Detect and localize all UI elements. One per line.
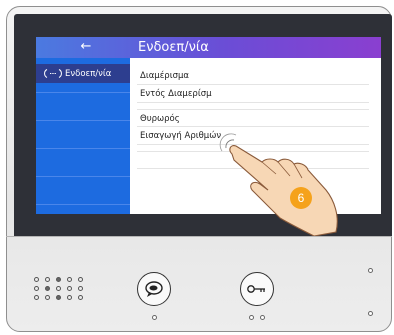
sidebar-divider bbox=[36, 176, 130, 177]
sidebar-divider bbox=[36, 120, 130, 121]
unlock-button[interactable] bbox=[240, 272, 274, 306]
step-number: 6 bbox=[297, 191, 305, 205]
panel-divider bbox=[6, 236, 392, 237]
talk-button[interactable] bbox=[137, 272, 171, 306]
list-item-in-apartment[interactable]: Εντός Διαμερίσμ bbox=[137, 85, 369, 103]
status-led bbox=[260, 315, 265, 320]
talk-indicator bbox=[152, 315, 157, 320]
key-icon bbox=[246, 284, 265, 293]
sidebar-divider bbox=[36, 92, 130, 93]
title-bar: ← Ενδοεπ/νία bbox=[36, 37, 381, 58]
sidebar-divider bbox=[36, 148, 130, 149]
sidebar-divider bbox=[36, 204, 130, 205]
hand-pointer-icon bbox=[219, 133, 338, 236]
sidebar-item-label: Ενδοεπ/νία bbox=[65, 68, 112, 79]
step-badge: 6 bbox=[290, 187, 312, 209]
status-led bbox=[249, 315, 254, 320]
back-arrow-icon[interactable]: ← bbox=[76, 39, 96, 55]
list-item-apartment[interactable]: Διαμέρισμα bbox=[137, 67, 369, 85]
side-indicator bbox=[368, 268, 373, 273]
speech-bubble-icon bbox=[144, 280, 163, 297]
intercom-icon bbox=[44, 69, 62, 78]
speaker-grille bbox=[34, 277, 104, 307]
sidebar-item-intercom[interactable]: Ενδοεπ/νία bbox=[36, 64, 130, 83]
side-indicator bbox=[368, 311, 373, 316]
sidebar: Ενδοεπ/νία bbox=[36, 58, 130, 214]
page-title: Ενδοεπ/νία bbox=[138, 40, 209, 55]
